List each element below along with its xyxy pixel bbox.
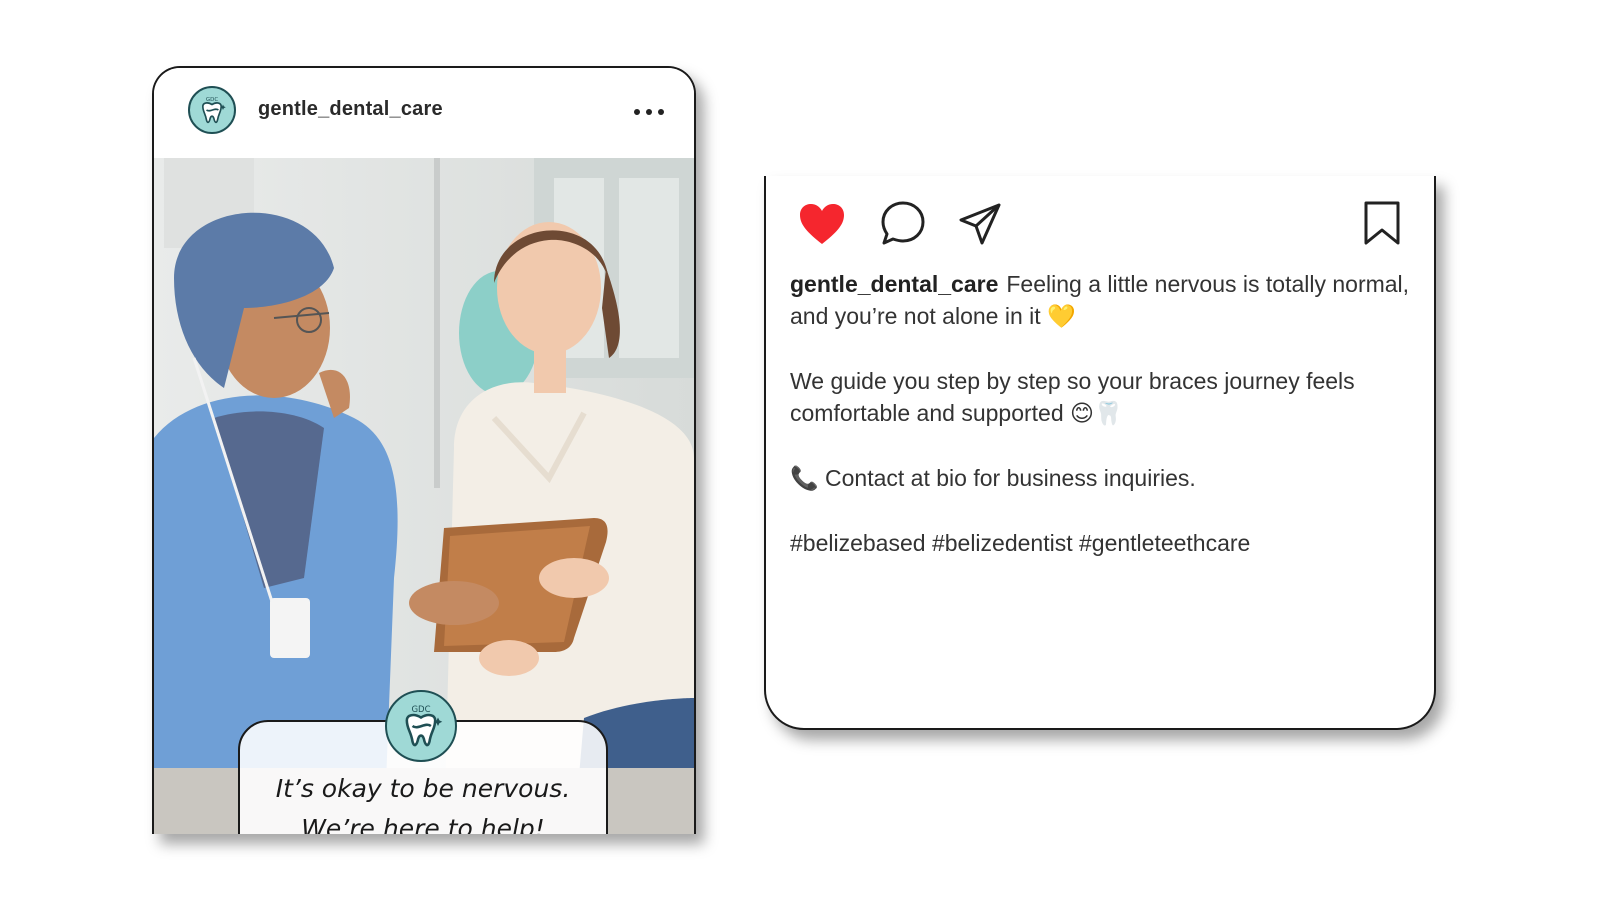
phone-icon: 📞 <box>790 466 819 492</box>
instagram-post: GDC gentle_dental_care It’s okay to be n… <box>152 66 696 834</box>
caption-paragraph-1: gentle_dental_care Feeling a little nervo… <box>790 268 1410 333</box>
bubble-logo: GDC <box>385 690 457 762</box>
caption-line-2: We’re here to help! <box>301 814 545 834</box>
logo-initials: GDC <box>411 705 430 715</box>
post-username[interactable]: gentle_dental_care <box>258 98 443 121</box>
post-caption-card: gentle_dental_care Feeling a little nervo… <box>764 176 1436 730</box>
tooth-logo-icon: GDC <box>202 97 226 124</box>
caption-line-1: It’s okay to be nervous. <box>275 774 571 803</box>
smile-tooth-icon: 😊🦷 <box>1070 401 1123 427</box>
comment-icon[interactable] <box>880 200 926 246</box>
heart-icon[interactable] <box>798 202 846 246</box>
yellow-heart-icon: 💛 <box>1047 304 1076 330</box>
avatar-initials: GDC <box>206 97 218 103</box>
post-photo[interactable]: It’s okay to be nervous. We’re here to h… <box>154 158 694 834</box>
share-icon[interactable] <box>958 202 1002 246</box>
hashtags[interactable]: #belizebased #belizedentist #gentleteeth… <box>790 527 1410 559</box>
profile-avatar[interactable]: GDC <box>188 86 236 134</box>
more-horizontal-icon[interactable] <box>632 104 666 120</box>
caption-paragraph-2: We guide you step by step so your braces… <box>790 365 1410 430</box>
post-header: GDC gentle_dental_care <box>154 68 694 158</box>
caption-username[interactable]: gentle_dental_care <box>790 271 998 297</box>
tooth-logo-icon: GDC <box>405 705 443 747</box>
caption-text: gentle_dental_care Feeling a little nervo… <box>790 268 1410 591</box>
contact-text: Contact at bio for business inquiries. <box>825 465 1196 491</box>
caption-paragraph-3: 📞 Contact at bio for business inquiries. <box>790 462 1410 495</box>
bookmark-icon[interactable] <box>1362 200 1402 246</box>
